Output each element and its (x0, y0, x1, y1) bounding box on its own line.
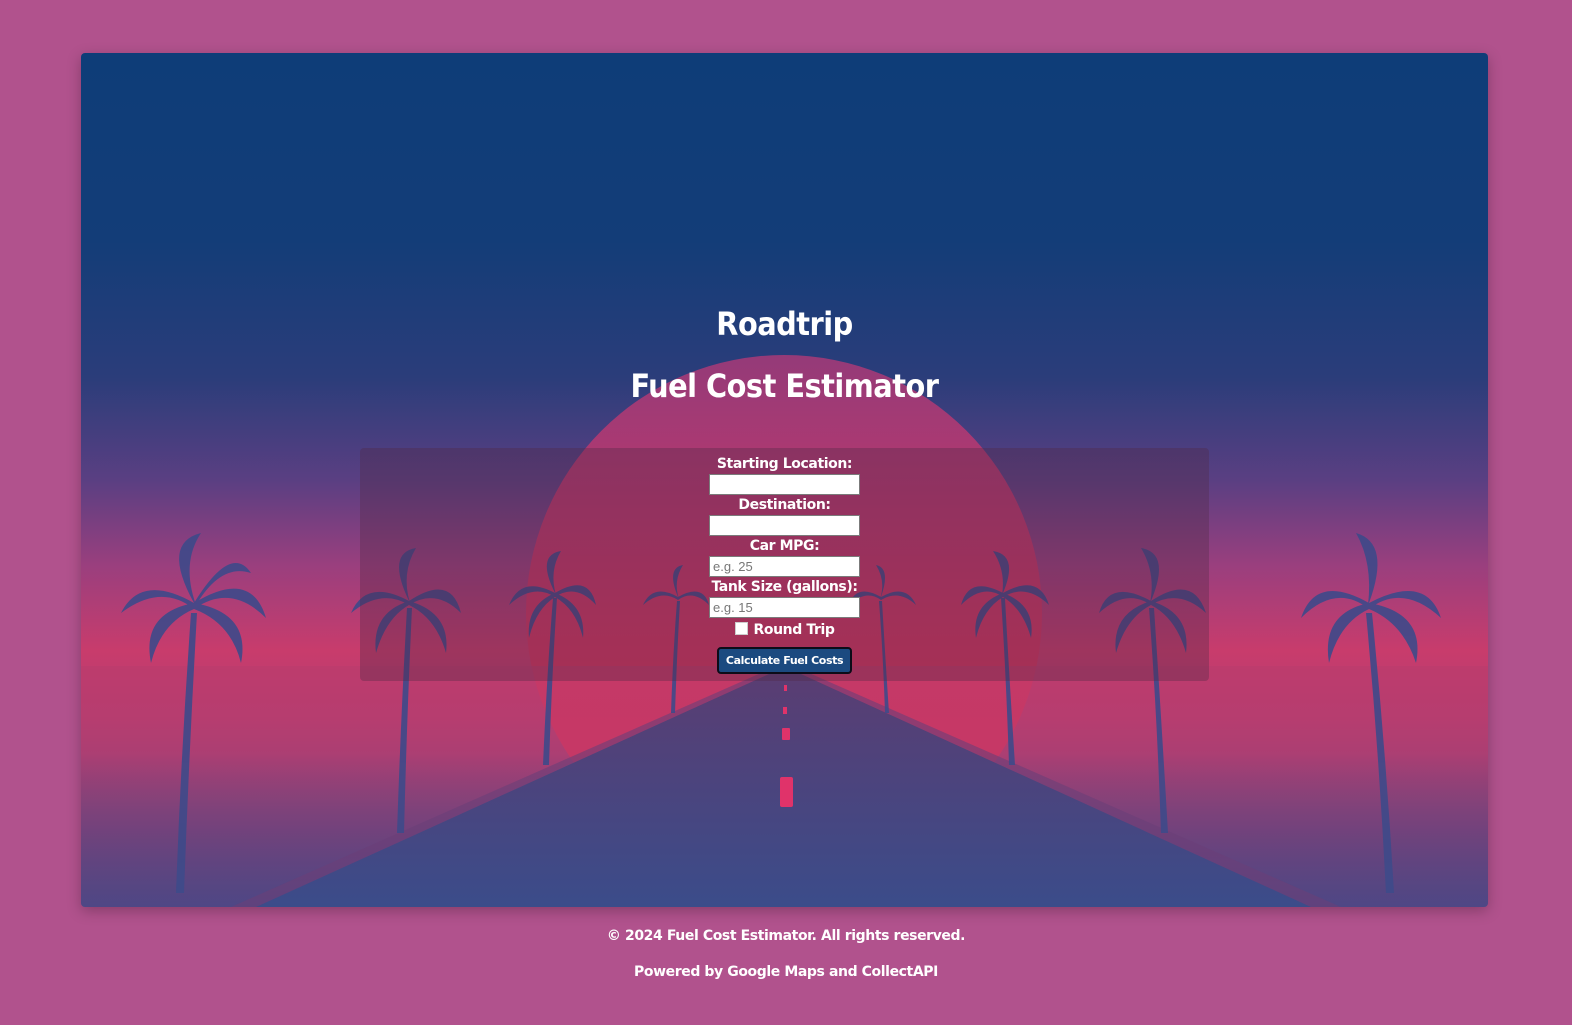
car-mpg-label: Car MPG: (749, 538, 820, 554)
page-title: Roadtrip (716, 305, 853, 343)
footer-powered-by: Powered by Google Maps and CollectAPI (634, 964, 938, 980)
tank-size-input[interactable] (709, 597, 860, 618)
estimator-form: Starting Location: Destination: Car MPG:… (360, 454, 1209, 674)
round-trip-checkbox[interactable] (734, 622, 748, 635)
footer-copyright: © 2024 Fuel Cost Estimator. All rights r… (606, 928, 966, 944)
round-trip-label: Round Trip (753, 622, 835, 638)
tank-size-label: Tank Size (gallons): (711, 579, 858, 595)
hero-banner: Roadtrip Fuel Cost Estimator Starting Lo… (81, 53, 1488, 907)
car-mpg-input[interactable] (709, 556, 860, 577)
estimator-form-panel: Starting Location: Destination: Car MPG:… (360, 448, 1209, 681)
destination-input[interactable] (709, 515, 860, 536)
starting-location-input[interactable] (709, 474, 860, 495)
page-subtitle: Fuel Cost Estimator (630, 367, 939, 405)
starting-location-label: Starting Location: (716, 456, 853, 472)
calculate-fuel-costs-button[interactable]: Calculate Fuel Costs (716, 647, 853, 674)
round-trip-option[interactable]: Round Trip (360, 619, 1209, 641)
destination-label: Destination: (738, 497, 831, 513)
